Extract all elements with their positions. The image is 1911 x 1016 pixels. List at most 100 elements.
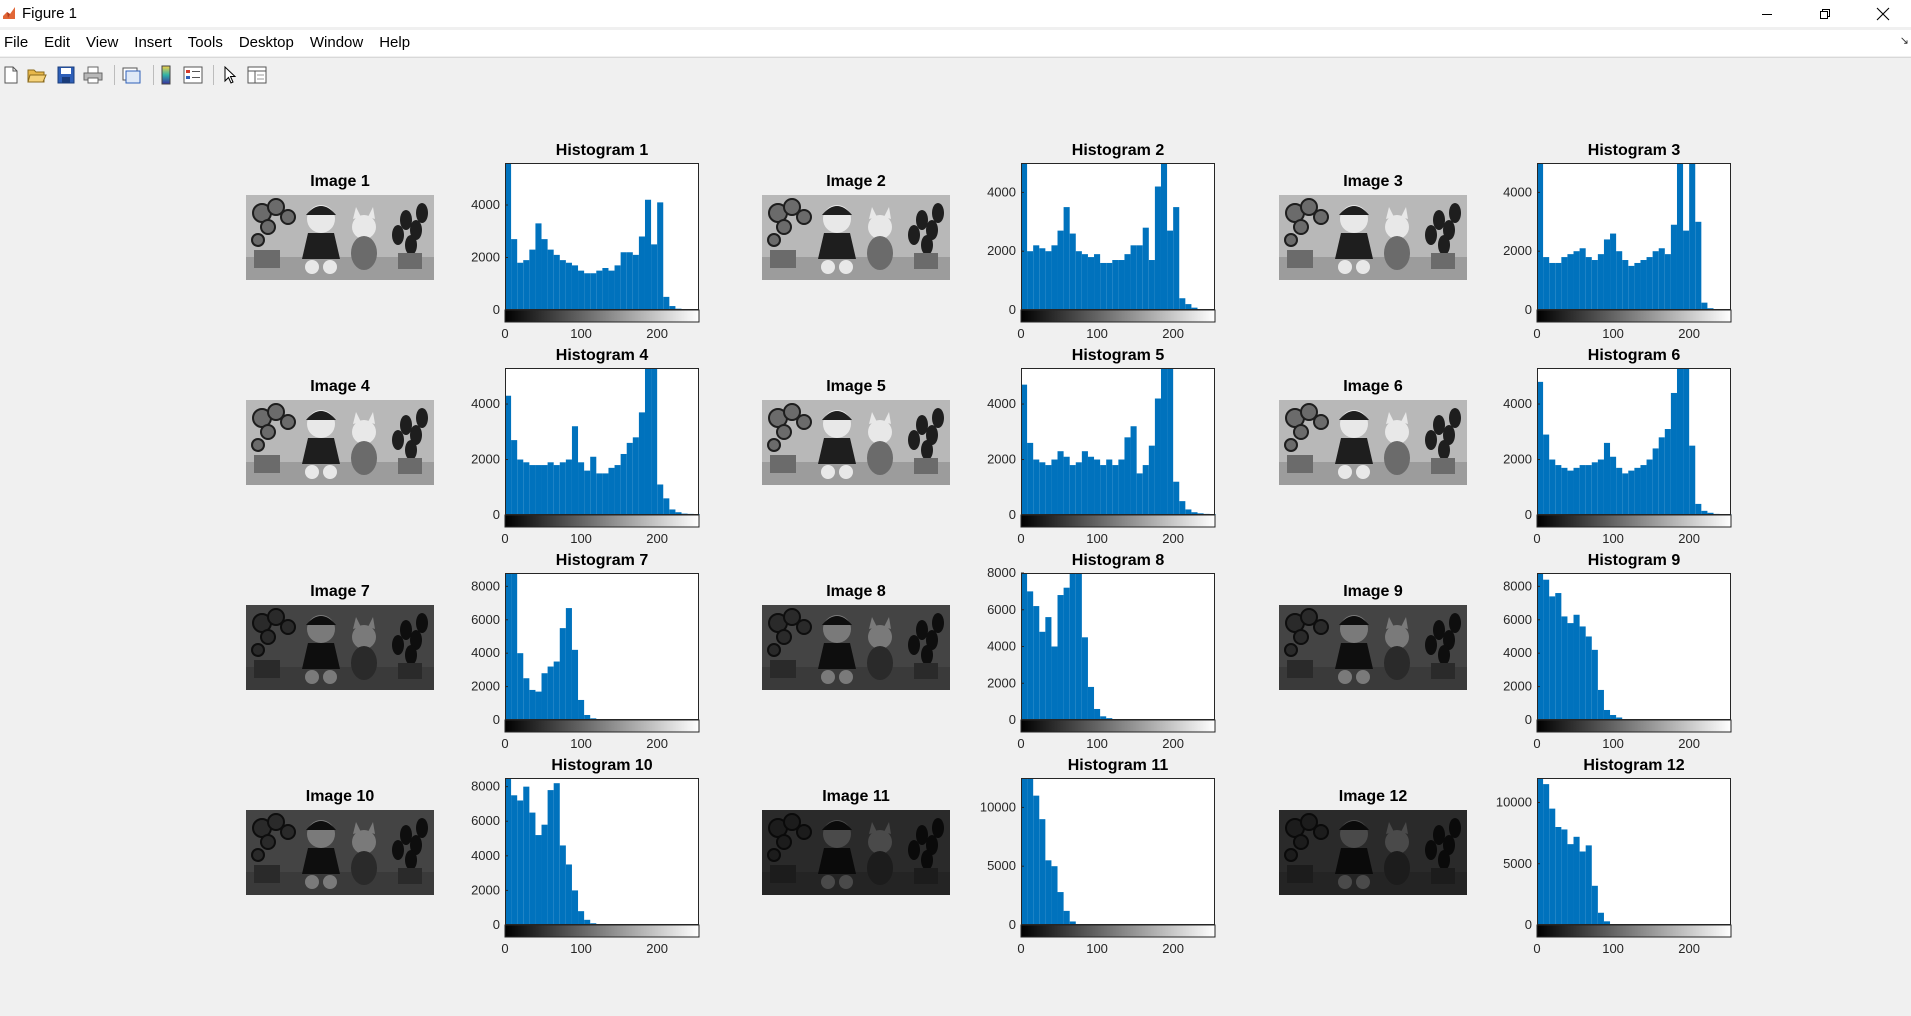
y-tick-label: 0 — [1009, 302, 1016, 317]
restore-button[interactable] — [1796, 0, 1853, 27]
histogram-bar — [626, 442, 633, 515]
histogram-axes[interactable]: 0 2000 4000 6000 8000 0 100 200 — [973, 565, 1225, 756]
menu-tools[interactable]: Tools — [183, 30, 228, 56]
histogram-axes[interactable]: 0 2000 4000 6000 8000 0 100 200 — [1489, 573, 1741, 756]
image-panel — [246, 605, 434, 690]
menu-edit[interactable]: Edit — [39, 30, 75, 56]
insert-legend-button[interactable] — [182, 64, 204, 86]
histogram-bar — [644, 199, 652, 310]
histogram-bar — [1676, 163, 1684, 310]
histogram-bar — [1652, 448, 1659, 515]
x-tick-label: 100 — [1602, 736, 1624, 751]
histogram-bar — [1555, 593, 1562, 720]
histogram-bar — [1094, 708, 1101, 720]
histogram-bar — [1033, 606, 1040, 720]
histogram-title: Histogram 8 — [1071, 552, 1165, 569]
grayscale-colorbar — [1020, 719, 1216, 733]
histogram-bar — [1622, 473, 1629, 515]
histogram-title: Histogram 4 — [555, 347, 649, 364]
menu-bar: File Edit View Insert Tools Desktop Wind… — [0, 30, 1911, 56]
histogram-bar — [1670, 392, 1677, 515]
histogram-bar — [1676, 368, 1684, 515]
histogram-axes[interactable]: 0 2000 4000 0 100 200 — [973, 368, 1225, 551]
edit-plot-button[interactable] — [219, 64, 241, 86]
toolbar-separator — [114, 65, 115, 85]
y-tick-label: 2000 — [987, 243, 1016, 258]
histogram-bar — [1118, 459, 1125, 515]
x-tick-label: 0 — [501, 531, 508, 546]
histogram-axes[interactable]: 0 2000 4000 6000 8000 0 100 200 — [457, 573, 709, 756]
x-tick-label: 100 — [1086, 736, 1108, 751]
x-tick-label: 100 — [1602, 326, 1624, 341]
image-panel — [762, 195, 950, 280]
y-tick-label: 0 — [493, 712, 500, 727]
insert-colorbar-button[interactable] — [155, 64, 177, 86]
histogram-bar — [1670, 224, 1677, 310]
histogram-axes[interactable]: 0 2000 4000 0 100 200 — [1489, 163, 1741, 346]
histogram-bar — [638, 236, 645, 310]
histogram-bar — [529, 465, 536, 515]
y-tick-label: 2000 — [471, 882, 500, 897]
toy-scene-photo — [246, 605, 434, 690]
x-tick-label: 0 — [501, 941, 508, 956]
menu-view[interactable]: View — [81, 30, 123, 56]
image-panel — [762, 605, 950, 690]
histogram-bar — [1543, 434, 1550, 515]
menu-help[interactable]: Help — [374, 30, 415, 56]
menu-window[interactable]: Window — [305, 30, 368, 56]
histogram-bar — [1160, 368, 1168, 515]
histogram-bar — [511, 795, 518, 925]
toy-scene-photo — [246, 195, 434, 280]
y-tick-label: 0 — [1525, 507, 1532, 522]
print-button[interactable] — [82, 64, 104, 86]
histogram-axes[interactable]: 0 2000 4000 0 100 200 — [1489, 368, 1741, 551]
menu-insert[interactable]: Insert — [129, 30, 177, 56]
y-tick-label: 8000 — [987, 565, 1016, 580]
y-tick-label: 4000 — [1503, 645, 1532, 660]
histogram-axes[interactable]: 0 2000 4000 0 100 200 — [457, 368, 709, 551]
histogram-bar — [608, 467, 615, 515]
image-panel — [1279, 195, 1467, 280]
menu-file[interactable]: File — [0, 30, 33, 56]
link-plot-button[interactable] — [120, 64, 142, 86]
open-file-icon — [27, 69, 47, 83]
y-tick-label: 4000 — [987, 396, 1016, 411]
histogram-bar — [1148, 445, 1155, 515]
x-tick-label: 200 — [1678, 941, 1700, 956]
histogram-axes[interactable]: 0 2000 4000 0 100 200 — [457, 163, 709, 346]
histogram-axes[interactable]: 0 5000 10000 0 100 200 — [1489, 778, 1741, 961]
histogram-bar — [1689, 163, 1696, 310]
histogram-bar — [1616, 467, 1623, 515]
histogram-bar — [1664, 254, 1671, 310]
toy-scene-photo — [762, 400, 950, 485]
x-tick-label: 0 — [1017, 941, 1024, 956]
grayscale-colorbar — [504, 309, 700, 323]
histogram-bar — [578, 462, 585, 515]
toy-scene-photo — [762, 605, 950, 690]
histogram-bar — [1549, 262, 1556, 310]
histogram-bar — [1069, 573, 1076, 720]
histogram-bar — [523, 678, 530, 720]
histogram-axes[interactable]: 0 5000 10000 0 100 200 — [973, 778, 1225, 961]
histogram-axes[interactable]: 0 2000 4000 6000 8000 0 100 200 — [457, 778, 709, 961]
histogram-bar — [1081, 637, 1088, 720]
property-inspector-button[interactable] — [246, 64, 268, 86]
histogram-bar — [511, 239, 518, 310]
minimize-button[interactable] — [1738, 0, 1795, 27]
open-file-button[interactable] — [26, 64, 48, 86]
dock-figure-icon[interactable]: ↘ — [1900, 34, 1909, 47]
histogram-axes[interactable]: 0 2000 4000 0 100 200 — [973, 163, 1225, 346]
close-button[interactable] — [1854, 0, 1911, 27]
restore-icon — [1819, 8, 1830, 19]
histogram-bar — [1045, 251, 1052, 310]
x-tick-label: 0 — [501, 736, 508, 751]
histogram-bar — [1579, 248, 1586, 310]
histogram-bar — [1683, 368, 1690, 515]
histogram-bar — [1106, 262, 1113, 310]
histogram-bar — [1664, 429, 1671, 515]
grayscale-colorbar — [1020, 514, 1216, 528]
new-figure-button[interactable] — [0, 64, 22, 86]
minimize-icon — [1761, 13, 1772, 15]
menu-desktop[interactable]: Desktop — [234, 30, 299, 56]
save-button[interactable] — [55, 64, 77, 86]
